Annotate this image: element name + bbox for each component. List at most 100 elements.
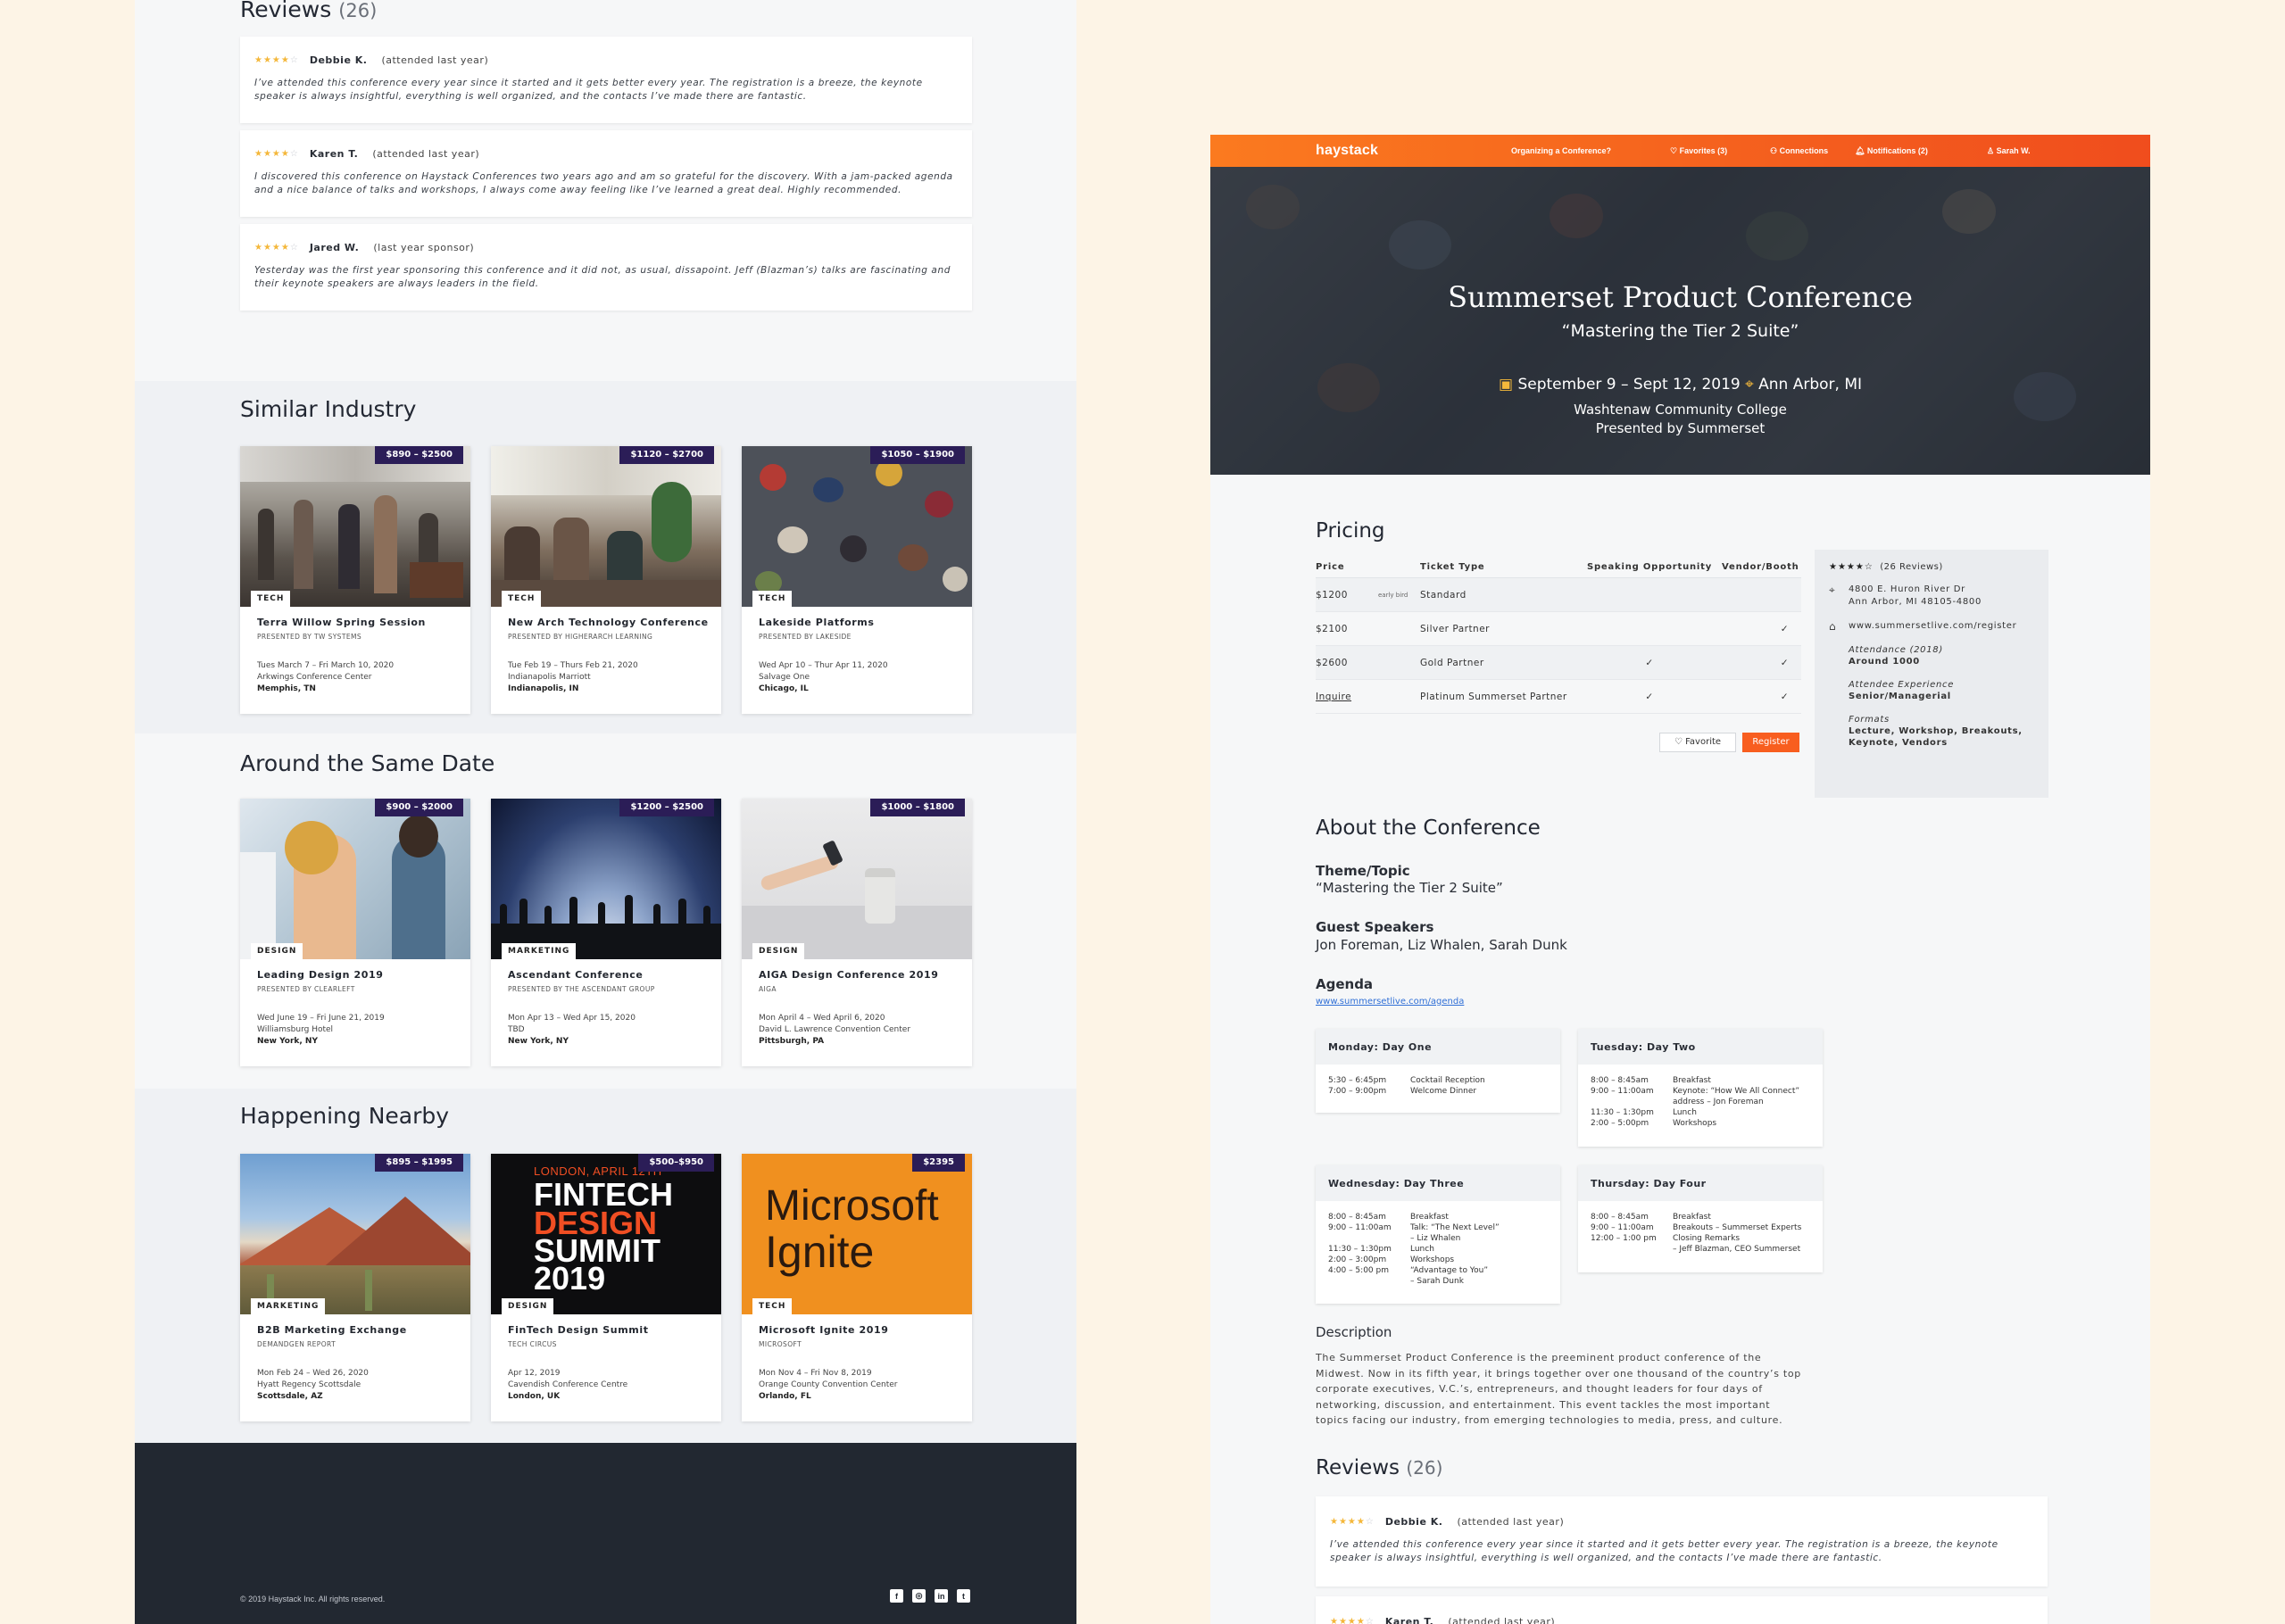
website-link[interactable]: www.summersetlive.com/register — [1849, 620, 2016, 633]
conference-card[interactable]: Microsoft Ignite $2395 TECH Microsoft Ig… — [742, 1154, 972, 1421]
nav-notifications[interactable]: 🔔︎ Notifications (2) — [1855, 146, 1928, 156]
presenter: DEMANDGEN REPORT — [257, 1340, 337, 1348]
presenter: PRESENTED BY TW SYSTEMS — [257, 633, 361, 641]
conference-detail-page: haystack Organizing a Conference? ♡ Favo… — [1210, 135, 2150, 1624]
agenda-link[interactable]: www.summersetlive.com/agenda — [1316, 997, 1464, 1007]
conference-card[interactable]: $1000 – $1800 DESIGN AIGA Design Confere… — [742, 799, 972, 1066]
conference-dates: Mon Feb 24 – Wed 26, 2020 — [257, 1369, 369, 1378]
register-button[interactable]: Register — [1742, 733, 1799, 752]
conference-photo — [491, 799, 721, 959]
conference-city: Chicago, IL — [759, 684, 809, 693]
rating-stars: ★★★★☆ — [1330, 1617, 1375, 1624]
description-text: The Summerset Product Conference is the … — [1316, 1352, 1801, 1426]
calendar-icon: ▣ — [1498, 376, 1514, 394]
conference-card[interactable]: $900 – $2000 DESIGN Leading Design 2019 … — [240, 799, 470, 1066]
nav-favorites[interactable]: ♡ Favorites (3) — [1670, 146, 1727, 156]
rating-stars: ★★★★☆ — [254, 243, 299, 253]
price-badge: $1000 – $1800 — [870, 799, 965, 816]
agenda-item: 8:00 – 8:45am Breakfast — [1591, 1076, 1711, 1085]
review-text: I’ve attended this conference every year… — [254, 78, 923, 102]
twitter-icon[interactable]: t — [957, 1589, 970, 1603]
conference-card[interactable]: $1120 – $2700 TECH New Arch Technology C… — [491, 446, 721, 714]
conference-card[interactable]: $1200 – $2500 MARKETING Ascendant Confer… — [491, 799, 721, 1066]
conference-subtitle: “Mastering the Tier 2 Suite” — [1561, 321, 1799, 341]
favorite-button[interactable]: ♡ Favorite — [1659, 733, 1736, 752]
agenda-item: 9:00 – 11:00am Keynote: “How We All Conne… — [1591, 1087, 1800, 1106]
nav-user-menu[interactable]: ♙ Sarah W. — [1987, 146, 2031, 156]
price-badge: $895 – $1995 — [375, 1154, 463, 1172]
conference-name: New Arch Technology Conference — [508, 617, 709, 628]
early-bird-note: early bird — [1378, 591, 1408, 599]
description-heading: Description — [1316, 1324, 1392, 1340]
ignite-poster: Microsoft Ignite — [742, 1154, 972, 1314]
conference-card[interactable]: $895 – $1995 MARKETING B2B Marketing Exc… — [240, 1154, 470, 1421]
same-date-section: Around the Same Date $900 – $2000 DESIGN… — [135, 733, 1076, 1089]
rating-summary[interactable]: ★★★★☆ (26 Reviews) — [1829, 562, 2034, 572]
inquire-link[interactable]: Inquire — [1316, 692, 1420, 702]
agenda-item: 11:30 – 1:30pm Lunch — [1328, 1245, 1434, 1254]
facebook-icon[interactable]: f — [890, 1589, 903, 1603]
haystack-logo[interactable]: haystack — [1316, 143, 1378, 159]
instagram-icon[interactable]: ◎ — [912, 1589, 926, 1603]
conference-name: FinTech Design Summit — [508, 1324, 649, 1336]
presenter: PRESENTED BY LAKESIDE — [759, 633, 852, 641]
conference-dates: Tues March 7 – Fri March 10, 2020 — [257, 661, 395, 670]
agenda-item: 9:00 – 11:00am Talk: “The Next Level” – L… — [1328, 1223, 1500, 1243]
category-tag: MARKETING — [251, 1298, 326, 1314]
conference-city: New York, NY — [257, 1037, 318, 1046]
reviewer-note: (attended last year) — [372, 148, 480, 160]
reviewer-name: Jared W. — [309, 242, 360, 253]
pricing-row: $1200 early bird Standard — [1316, 578, 1801, 612]
social-links: f ◎ in t — [890, 1589, 970, 1603]
location-pin-icon: ⌖ — [1745, 376, 1754, 394]
conference-venue: Indianapolis Marriott — [508, 673, 591, 682]
conference-city: Indianapolis, IN — [508, 684, 579, 693]
review-card: ★★★★☆ Karen T. (attended last year) I di… — [240, 130, 972, 217]
conference-venue: David L. Lawrence Convention Center — [759, 1025, 911, 1034]
conference-photo — [240, 799, 470, 959]
agenda-day-title: Tuesday: Day Two — [1578, 1029, 1823, 1065]
experience-field: Attendee Experience Senior/Managerial — [1849, 680, 1955, 701]
conference-city: Orlando, FL — [759, 1392, 811, 1401]
conference-date-location: ▣ September 9 – Sept 12, 2019 ⌖ Ann Arbo… — [1498, 376, 1863, 394]
rating-stars: ★★★★☆ — [1330, 1517, 1375, 1527]
linkedin-icon[interactable]: in — [935, 1589, 948, 1603]
conference-dates: Apr 12, 2019 — [508, 1369, 561, 1378]
agenda-day-title: Wednesday: Day Three — [1316, 1165, 1560, 1201]
pricing-rows: $1200 early bird Standard $2100 Silver Pa… — [1316, 578, 1801, 714]
conference-dates: Wed Apr 10 – Thur Apr 11, 2020 — [759, 661, 888, 670]
reviewer-note: (last year sponsor) — [373, 242, 475, 253]
review-card: ★★★★☆ Jared W. (last year sponsor) Yeste… — [240, 224, 972, 311]
conference-venue: Orange County Convention Center — [759, 1380, 898, 1389]
pricing-heading: Pricing — [1316, 519, 1385, 543]
conference-dates: Wed June 19 – Fri June 21, 2019 — [257, 1014, 385, 1023]
conference-name: B2B Marketing Exchange — [257, 1324, 407, 1336]
price-badge: $500–$950 — [638, 1154, 714, 1172]
category-tag: TECH — [251, 591, 291, 607]
reviews-heading: Reviews (26) — [1316, 1456, 1443, 1479]
category-tag: MARKETING — [502, 943, 577, 959]
conference-name: Lakeside Platforms — [759, 617, 875, 628]
similar-industry-section: Similar Industry $890 – $2500 TECH Terra… — [135, 381, 1076, 733]
nav-organizing-link[interactable]: Organizing a Conference? — [1511, 146, 1611, 155]
conference-card[interactable]: $1050 – $1900 TECH Lakeside Platforms PR… — [742, 446, 972, 714]
conference-dates: Mon Nov 4 – Fri Nov 8, 2019 — [759, 1369, 872, 1378]
category-tag: TECH — [502, 591, 542, 607]
agenda-label: Agenda — [1316, 976, 1374, 992]
conference-venue: Hyatt Regency Scottsdale — [257, 1380, 361, 1389]
copyright: © 2019 Haystack Inc. All rights reserved… — [240, 1595, 386, 1603]
conference-card[interactable]: LONDON, APRIL 12TH FINTECH DESIGN SUMMIT… — [491, 1154, 721, 1421]
nav-connections[interactable]: ⚇ Connections — [1770, 146, 1828, 156]
price-badge: $890 – $2500 — [375, 446, 463, 464]
top-nav: haystack Organizing a Conference? ♡ Favo… — [1210, 135, 2150, 167]
agenda-day-title: Monday: Day One — [1316, 1029, 1560, 1065]
category-tag: TECH — [752, 591, 793, 607]
related-conferences-page: Reviews (26) ★★★★☆ Debbie K. (attended l… — [135, 0, 1076, 1624]
conference-name: AIGA Design Conference 2019 — [759, 969, 939, 981]
conference-venue: Cavendish Conference Centre — [508, 1380, 628, 1389]
conference-card[interactable]: $890 – $2500 TECH Terra Willow Spring Se… — [240, 446, 470, 714]
presenter: PRESENTED BY CLEARLEFT — [257, 985, 355, 993]
check-icon: ✓ — [1780, 691, 1789, 702]
conference-photo — [742, 799, 972, 959]
check-icon: ✓ — [1645, 691, 1654, 702]
